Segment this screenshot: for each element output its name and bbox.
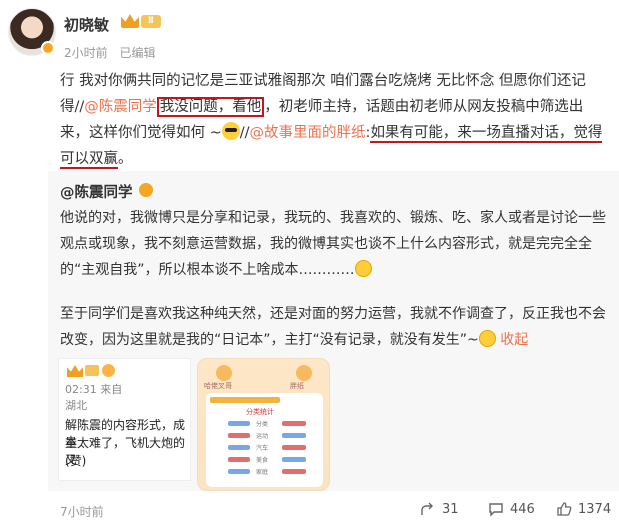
thumb-line: (赞) xyxy=(65,454,87,468)
share-button[interactable]: 31 xyxy=(420,501,459,517)
repost-time[interactable]: 7小时前 xyxy=(60,503,104,520)
highlighted-quote: 我没问题，看他 xyxy=(156,97,265,117)
comment-icon xyxy=(489,503,503,517)
thumb-right-name: 胖纸 xyxy=(290,382,304,390)
thumb-from: 来自 xyxy=(100,383,123,396)
repost-paragraph: 他说的对，我微博只是分享和记录，我玩的、我喜欢的、锻炼、吃、家人或者是讨论一些观… xyxy=(60,205,608,283)
vip-crown-icon[interactable] xyxy=(121,14,139,28)
post-text-part: // xyxy=(239,125,250,141)
verified-badge-icon xyxy=(41,41,55,55)
avatar-icon xyxy=(216,365,232,381)
post-time[interactable]: 2小时前 xyxy=(64,46,108,60)
author-name[interactable]: 初晓敏 xyxy=(64,14,109,35)
repost-author[interactable]: @陈震同学 xyxy=(60,181,133,202)
grin-emoji-icon xyxy=(478,330,496,347)
stats-row-label: 家庭 xyxy=(256,469,269,476)
level-badge: Ⅱ xyxy=(141,15,161,28)
reposted-content[interactable]: @陈震同学 他说的对，我微博只是分享和记录，我玩的、我喜欢的、锻炼、吃、家人或者… xyxy=(48,171,619,491)
thumbs-up-icon xyxy=(557,502,572,516)
repost-paragraph: 至于同学们是喜欢我这种纯天然，还是对面的努力运营，我就不作调查了，反正我也不会改… xyxy=(60,301,608,353)
post-text-part: 。 xyxy=(118,151,133,167)
stats-row-label: 运动 xyxy=(256,433,269,440)
image-thumbnail[interactable]: 02:31 来自 湖北 解陈震的内容形式，成本 量太难了，飞机大炮的又 (赞) xyxy=(58,358,191,481)
thumb-location: 湖北 xyxy=(65,399,87,412)
stats-row-label: 分类 xyxy=(256,421,269,428)
comment-button[interactable]: 446 xyxy=(488,501,535,517)
vip-crown-icon xyxy=(67,365,83,377)
sunglasses-emoji-icon xyxy=(221,122,240,140)
share-icon xyxy=(421,502,433,515)
post-text: 行 我对你俩共同的记忆是三亚试雅阁那次 咱们露台吃烧烤 无比怀念 但愿你们还记得… xyxy=(60,68,608,172)
share-count: 31 xyxy=(442,501,459,517)
stats-row-label: 美食 xyxy=(256,457,269,464)
repost-paragraph-text: 他说的对，我微博只是分享和记录，我玩的、我喜欢的、锻炼、吃、家人或者是讨论一些观… xyxy=(60,210,606,278)
avatar-icon xyxy=(296,365,312,381)
collapse-link[interactable]: 收起 xyxy=(500,332,528,348)
stats-row-label: 汽车 xyxy=(256,445,269,452)
thumb-time: 02:31 xyxy=(65,383,97,396)
like-button[interactable]: 1374 xyxy=(556,501,611,517)
level-badge-icon xyxy=(85,365,99,376)
laugh-cry-emoji-icon xyxy=(354,260,372,277)
repost-text: 他说的对，我微博只是分享和记录，我玩的、我喜欢的、锻炼、吃、家人或者是讨论一些观… xyxy=(60,205,608,353)
thumb-left-name: 哈佬叉哥 xyxy=(204,382,232,390)
mention-link[interactable]: @故事里面的胖纸 xyxy=(250,125,366,141)
like-count: 1374 xyxy=(578,501,612,517)
post-header: 初晓敏 Ⅱ 2小时前 已编辑 xyxy=(8,8,608,64)
stats-card: 分类统计 分类 运动 汽车 美食 家庭 xyxy=(206,393,323,487)
edited-label[interactable]: 已编辑 xyxy=(119,46,155,60)
verified-badge-icon xyxy=(139,183,153,197)
emoji-icon xyxy=(102,364,115,377)
mention-link[interactable]: @陈震同学 xyxy=(84,99,157,115)
stats-bar xyxy=(210,397,280,403)
post-meta: 2小时前 已编辑 xyxy=(64,44,163,61)
stats-label: 分类统计 xyxy=(246,408,274,416)
comment-count: 446 xyxy=(510,501,535,517)
post-footer: 7小时前 31 446 1374 xyxy=(0,491,619,531)
image-thumbnail[interactable]: 哈佬叉哥 胖纸 分类统计 分类 运动 汽车 美食 家庭 xyxy=(197,358,330,491)
